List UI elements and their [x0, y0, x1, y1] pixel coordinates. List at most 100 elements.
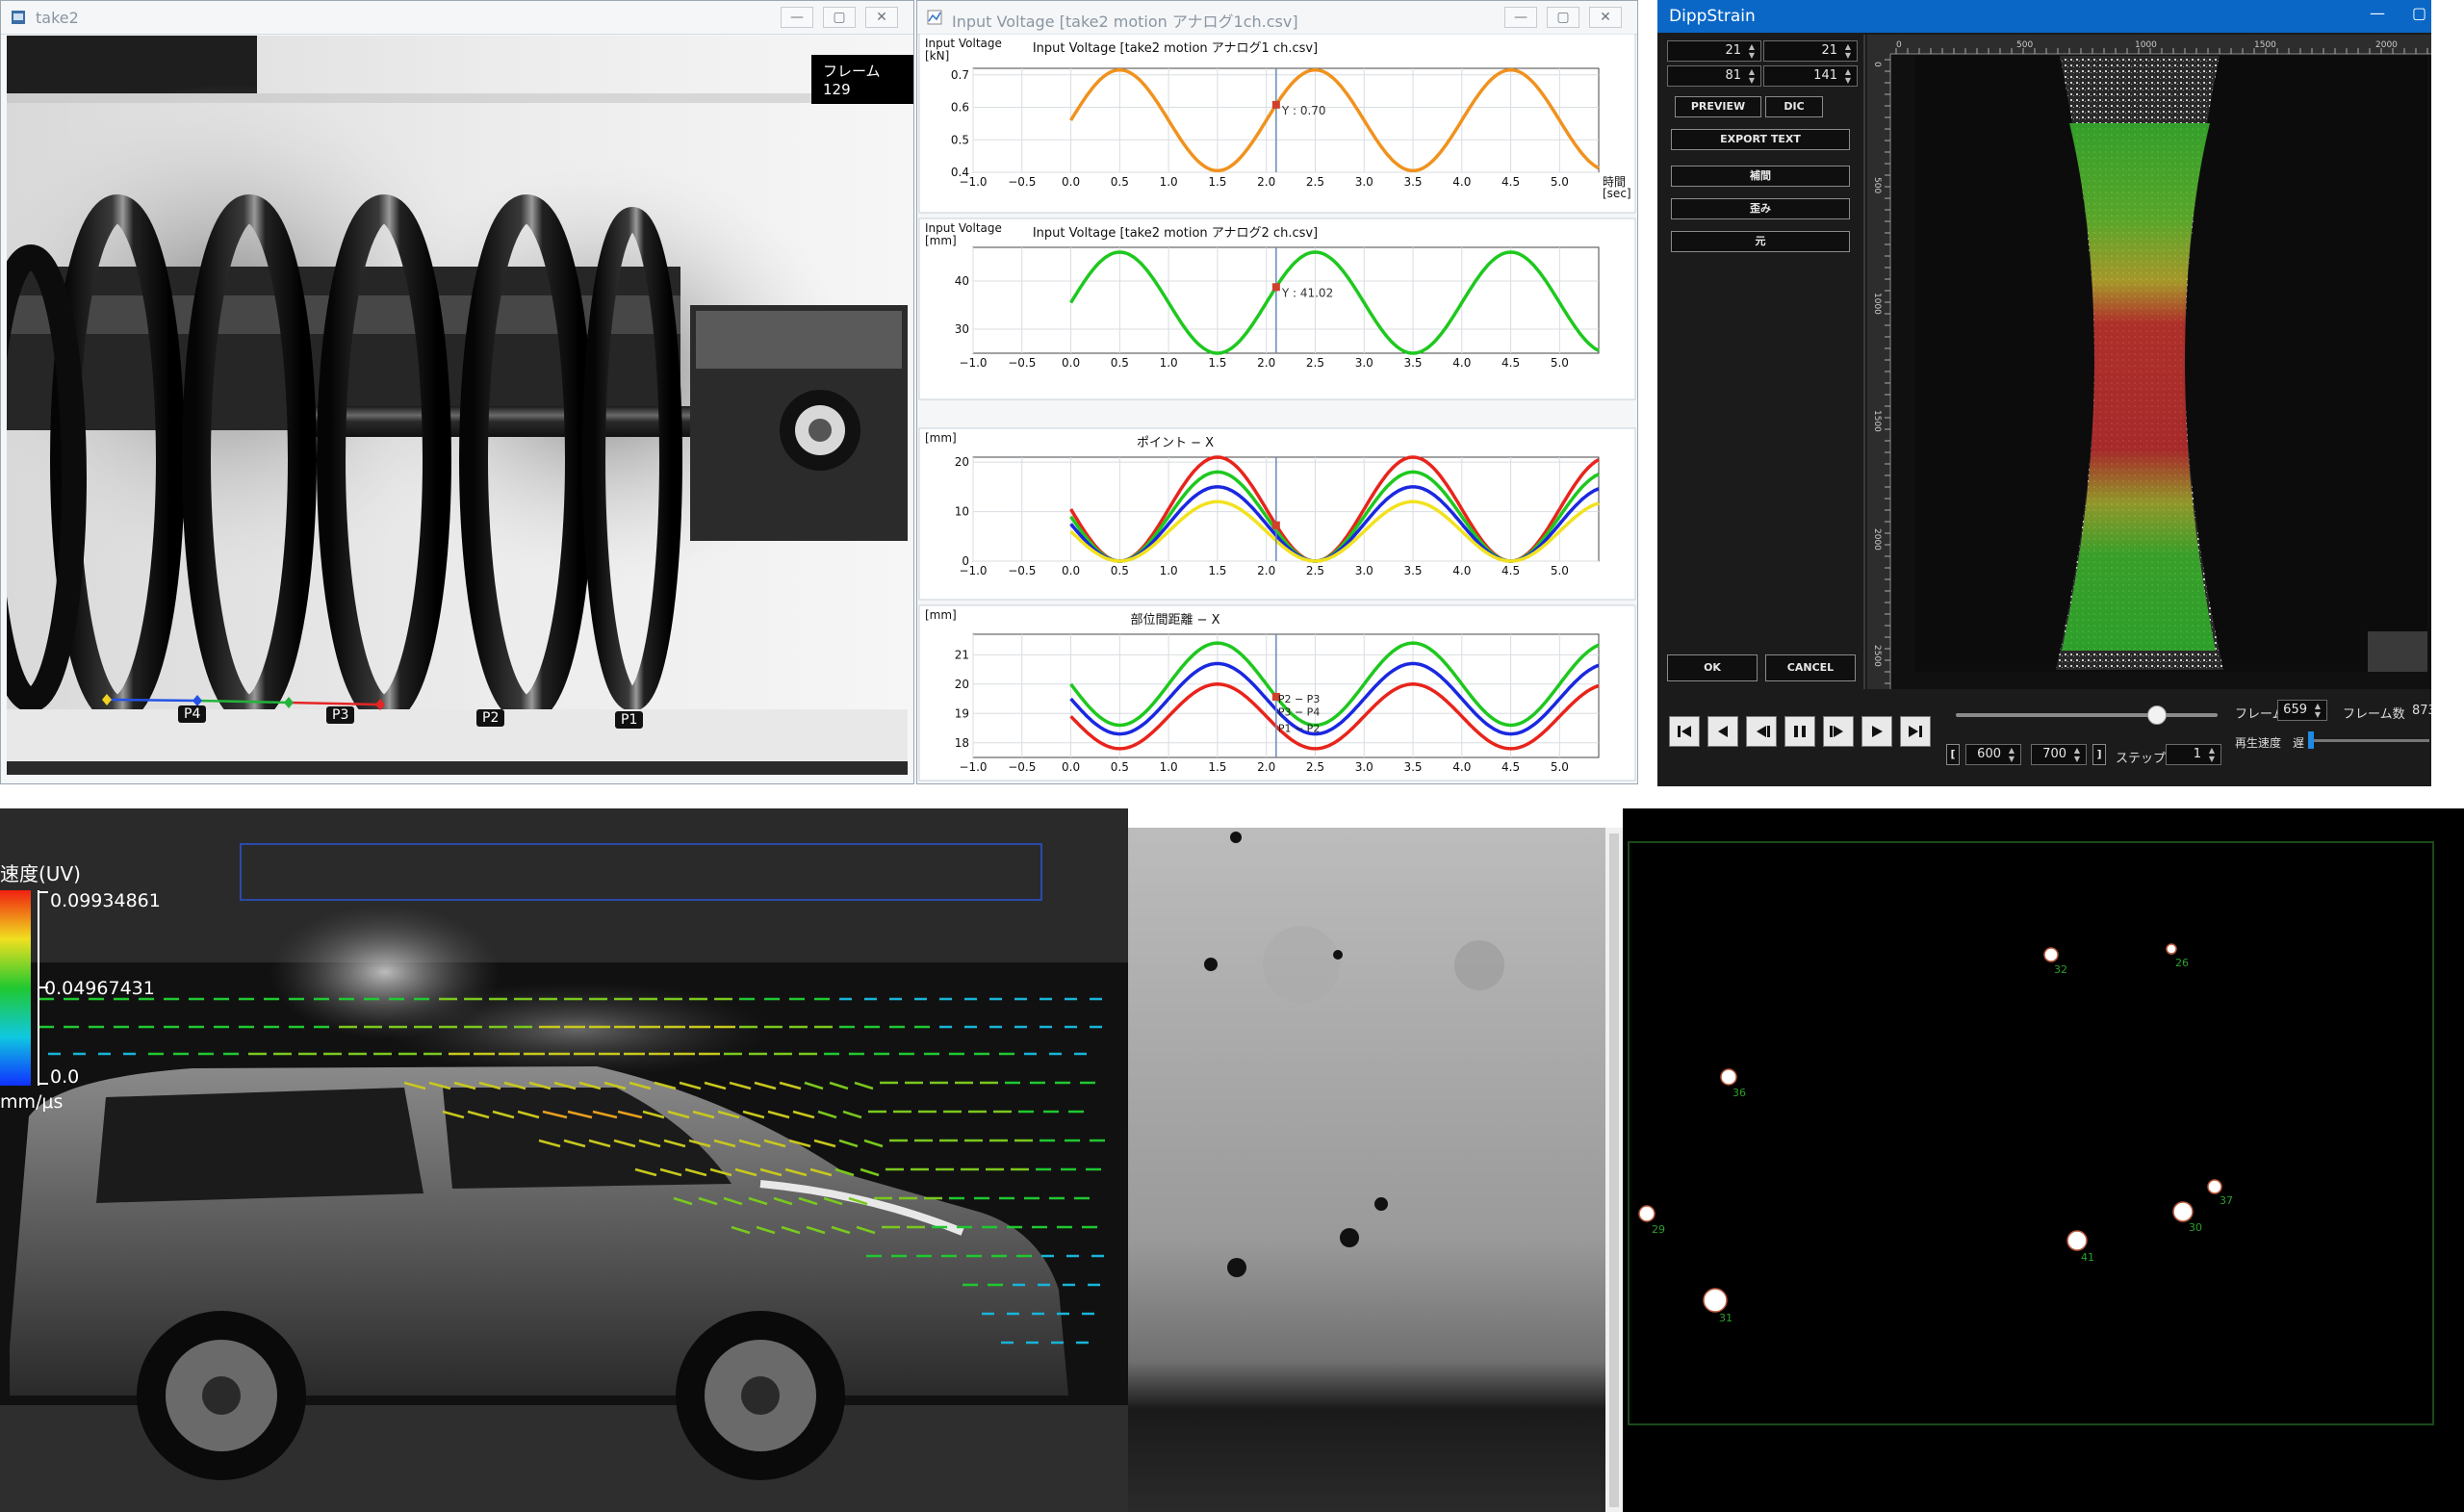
spin-arrows-icon[interactable]: ▲ ▼: [1745, 42, 1758, 60]
x-tick-label: 1.0: [1160, 564, 1178, 577]
legend-max: 0.09934861: [50, 890, 161, 911]
spin-value: 21: [1725, 43, 1741, 58]
x-tick-label: 0.5: [1111, 356, 1129, 370]
y-tick-label: 21: [955, 648, 969, 661]
param-spin-1[interactable]: 21 ▲ ▼: [1667, 40, 1761, 62]
graph-titlebar[interactable]: Input Voltage [take2 motion アナログ1ch.csv]…: [917, 1, 1637, 35]
cursor-marker: [1271, 283, 1280, 292]
plot-area: [972, 67, 1600, 173]
range-end-bracket[interactable]: ]: [2092, 744, 2106, 765]
spin-arrows-icon[interactable]: ▲ ▼: [1841, 67, 1855, 85]
spin-value: 81: [1725, 68, 1741, 83]
interpolate-button[interactable]: 補間: [1671, 166, 1850, 187]
step-back-button[interactable]: [1707, 716, 1738, 747]
track-label-36: 36: [1732, 1087, 1746, 1099]
strain-image-viewer[interactable]: 0 500 1000 1500 2000 0 500 1000 1500 200…: [1867, 35, 2431, 689]
frame-spin[interactable]: 659 ▲ ▼: [2277, 700, 2327, 721]
frame-count-value: 873: [2412, 704, 2431, 718]
close-button[interactable]: ✕: [1589, 7, 1622, 28]
play-reverse-button[interactable]: [1746, 716, 1777, 747]
strain-button[interactable]: 歪み: [1671, 198, 1850, 219]
play-button[interactable]: [1861, 716, 1892, 747]
x-tick-label: 4.5: [1502, 760, 1520, 774]
spin-arrows-icon[interactable]: ▲ ▼: [1745, 67, 1758, 85]
spin-value: 600: [1977, 747, 2001, 761]
minimize-button[interactable]: —: [781, 7, 813, 28]
x-tick-label: 1.0: [1160, 760, 1178, 774]
app-icon: [12, 11, 25, 24]
skip-end-button[interactable]: [1900, 716, 1931, 747]
x-tick-label: 2.5: [1306, 356, 1324, 370]
track-label-41: 41: [2081, 1251, 2094, 1264]
x-tick-label: 1.0: [1160, 356, 1178, 370]
x-tick-label: 2.0: [1257, 760, 1275, 774]
spin-arrows-icon[interactable]: ▲ ▼: [2005, 746, 2018, 763]
spin-arrows-icon[interactable]: ▲ ▼: [2311, 702, 2324, 719]
cancel-button[interactable]: CANCEL: [1765, 654, 1856, 681]
spin-value: 659: [2283, 703, 2307, 717]
export-text-button[interactable]: EXPORT TEXT: [1671, 129, 1850, 150]
frame-slider-knob[interactable]: [2147, 705, 2168, 725]
y-tick-label: 40: [955, 274, 969, 288]
maximize-button[interactable]: ▢: [1547, 7, 1579, 28]
ruler-left-2500: 2500: [1872, 645, 1882, 667]
x-tick-label: 5.0: [1551, 760, 1569, 774]
piv-flow-image[interactable]: 速度(UV) 0.09934861 0.04967431 0.0 mm/μs: [0, 808, 1128, 1512]
x-tick-label: −0.5: [1008, 564, 1036, 577]
spin-value: 700: [2042, 747, 2066, 761]
dic-button[interactable]: DIC: [1765, 96, 1823, 117]
tracking-image[interactable]: 32 26 36 29 37 30 41 31: [1623, 808, 2464, 1512]
minimize-button[interactable]: —: [2370, 4, 2385, 22]
range-end-spin[interactable]: 700 ▲ ▼: [2031, 744, 2087, 765]
frame-slider[interactable]: [1956, 705, 2218, 725]
range-start-bracket[interactable]: [: [1946, 744, 1960, 765]
maximize-button[interactable]: ▢: [823, 7, 856, 28]
ruler-left-500: 500: [1872, 177, 1882, 193]
ok-button[interactable]: OK: [1667, 654, 1758, 681]
ruler-top-1500: 1500: [2254, 40, 2276, 50]
window-title: take2: [36, 9, 79, 27]
take2-titlebar[interactable]: take2 — ▢ ✕: [1, 1, 913, 35]
x-tick-label: 0.5: [1111, 564, 1129, 577]
x-tick-label: −1.0: [959, 175, 987, 189]
plot-area: [972, 246, 1600, 354]
particle-image[interactable]: [1128, 828, 1623, 1512]
spin-arrows-icon[interactable]: ▲ ▼: [2070, 746, 2084, 763]
x-tick-label: 4.5: [1502, 564, 1520, 577]
param-spin-3[interactable]: 81 ▲ ▼: [1667, 65, 1761, 87]
pause-button[interactable]: [1784, 716, 1815, 747]
playback-speed-slider[interactable]: [2308, 731, 2429, 749]
spin-arrows-icon[interactable]: ▲ ▼: [1841, 42, 1855, 60]
legend-mid: 0.04967431: [44, 978, 155, 999]
x-tick-label: 1.5: [1208, 356, 1226, 370]
video-frame[interactable]: [7, 36, 908, 775]
dipp-titlebar[interactable]: DippStrain — ▢: [1657, 0, 2431, 33]
skip-start-button[interactable]: [1669, 716, 1700, 747]
spin-arrows-icon[interactable]: ▲ ▼: [2205, 746, 2219, 763]
graph-ylabel: [mm]: [925, 431, 957, 445]
graph-window: Input Voltage [take2 motion アナログ1ch.csv]…: [916, 0, 1638, 784]
track-label-29: 29: [1652, 1223, 1665, 1236]
param-spin-2[interactable]: 21 ▲ ▼: [1763, 40, 1858, 62]
x-tick-label: 3.0: [1355, 356, 1373, 370]
original-button[interactable]: 元: [1671, 231, 1850, 252]
play-reverse-icon: [1757, 726, 1770, 737]
play-forward-step-button[interactable]: [1823, 716, 1854, 747]
graph-title: Input Voltage [take2 motion アナログ2 ch.csv…: [1033, 226, 1318, 241]
x-tick-label: −0.5: [1008, 175, 1036, 189]
minimize-button[interactable]: —: [1504, 7, 1537, 28]
close-button[interactable]: ✕: [865, 7, 898, 28]
range-start-spin[interactable]: 600 ▲ ▼: [1965, 744, 2021, 765]
frame-count-label: フレーム数: [2343, 707, 2405, 722]
x-tick-label: 2.5: [1306, 564, 1324, 577]
x-tick-label: 1.5: [1208, 564, 1226, 577]
maximize-button[interactable]: ▢: [2412, 4, 2426, 22]
play-icon: [1872, 726, 1883, 737]
legend-unit: mm/μs: [0, 1091, 63, 1113]
ruler-left-2000: 2000: [1872, 528, 1882, 551]
preview-button[interactable]: PREVIEW: [1675, 96, 1761, 117]
speed-slider-knob[interactable]: [2308, 731, 2314, 749]
param-spin-4[interactable]: 141 ▲ ▼: [1763, 65, 1858, 87]
x-tick-label: 5.0: [1551, 175, 1569, 189]
step-spin[interactable]: 1 ▲ ▼: [2166, 744, 2221, 765]
